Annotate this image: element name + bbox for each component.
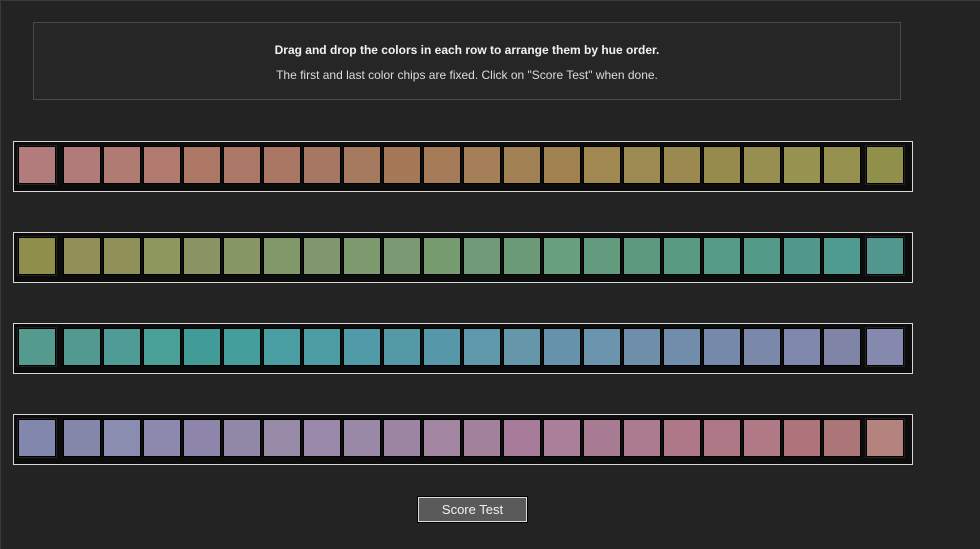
color-chip[interactable] [303, 419, 341, 457]
color-chip[interactable] [623, 328, 661, 366]
color-chip[interactable] [383, 328, 421, 366]
color-chip[interactable] [343, 419, 381, 457]
color-chip[interactable] [823, 146, 861, 184]
color-chip[interactable] [503, 146, 541, 184]
color-row-2 [13, 232, 913, 283]
color-chip[interactable] [463, 419, 501, 457]
color-chip[interactable] [223, 419, 261, 457]
color-chip[interactable] [463, 237, 501, 275]
color-chip[interactable] [543, 419, 581, 457]
fixed-color-chip [17, 236, 57, 276]
color-chip[interactable] [103, 419, 141, 457]
color-chip[interactable] [783, 328, 821, 366]
color-chip[interactable] [783, 419, 821, 457]
color-chip[interactable] [703, 237, 741, 275]
instructions-subtitle: The first and last color chips are fixed… [276, 68, 658, 82]
color-chip[interactable] [583, 419, 621, 457]
color-chip[interactable] [423, 328, 461, 366]
color-chip[interactable] [103, 146, 141, 184]
color-chip[interactable] [823, 419, 861, 457]
color-chip[interactable] [423, 419, 461, 457]
instructions-title: Drag and drop the colors in each row to … [274, 43, 660, 57]
fixed-color-chip [17, 145, 57, 185]
color-chip[interactable] [463, 146, 501, 184]
color-chip[interactable] [503, 328, 541, 366]
color-chip[interactable] [503, 419, 541, 457]
fixed-color-chip [17, 418, 57, 458]
color-chip[interactable] [383, 419, 421, 457]
color-chip[interactable] [263, 328, 301, 366]
color-chip[interactable] [183, 419, 221, 457]
color-chip[interactable] [183, 237, 221, 275]
color-chip[interactable] [343, 237, 381, 275]
color-chip[interactable] [743, 146, 781, 184]
color-row-1 [13, 141, 913, 192]
color-chip[interactable] [63, 328, 101, 366]
color-chip[interactable] [703, 146, 741, 184]
fixed-color-chip [865, 236, 905, 276]
color-chip[interactable] [223, 237, 261, 275]
color-chip[interactable] [143, 146, 181, 184]
color-chip[interactable] [743, 328, 781, 366]
color-chip[interactable] [143, 328, 181, 366]
color-chip[interactable] [423, 146, 461, 184]
color-chip[interactable] [103, 328, 141, 366]
fixed-color-chip [865, 327, 905, 367]
color-chip[interactable] [783, 237, 821, 275]
color-chip[interactable] [743, 419, 781, 457]
color-chip[interactable] [103, 237, 141, 275]
color-chip[interactable] [383, 146, 421, 184]
color-chip[interactable] [783, 146, 821, 184]
color-chip[interactable] [583, 328, 621, 366]
color-chip[interactable] [583, 146, 621, 184]
fixed-color-chip [17, 327, 57, 367]
color-chip[interactable] [743, 237, 781, 275]
color-chip[interactable] [703, 328, 741, 366]
color-chip[interactable] [543, 328, 581, 366]
color-row-3 [13, 323, 913, 374]
color-chip[interactable] [143, 419, 181, 457]
color-chip[interactable] [463, 328, 501, 366]
color-chip[interactable] [263, 237, 301, 275]
color-chip[interactable] [383, 237, 421, 275]
color-chip[interactable] [583, 237, 621, 275]
color-chip[interactable] [263, 146, 301, 184]
color-chip[interactable] [343, 146, 381, 184]
color-chip[interactable] [223, 146, 261, 184]
color-chip[interactable] [623, 237, 661, 275]
color-chip[interactable] [63, 419, 101, 457]
color-row-4 [13, 414, 913, 465]
color-chip[interactable] [623, 419, 661, 457]
color-chip[interactable] [303, 328, 341, 366]
color-chip[interactable] [303, 237, 341, 275]
color-chip[interactable] [543, 237, 581, 275]
instructions-panel: Drag and drop the colors in each row to … [33, 22, 901, 100]
color-chip[interactable] [623, 146, 661, 184]
color-chip[interactable] [703, 419, 741, 457]
color-chip[interactable] [303, 146, 341, 184]
fixed-color-chip [865, 145, 905, 185]
color-chip[interactable] [143, 237, 181, 275]
color-chip[interactable] [223, 328, 261, 366]
color-chip[interactable] [663, 146, 701, 184]
color-chip[interactable] [543, 146, 581, 184]
color-chip[interactable] [183, 328, 221, 366]
color-chip[interactable] [663, 237, 701, 275]
color-chip[interactable] [823, 237, 861, 275]
color-chip[interactable] [503, 237, 541, 275]
score-test-button[interactable]: Score Test [417, 496, 528, 523]
color-chip[interactable] [63, 146, 101, 184]
color-chip[interactable] [63, 237, 101, 275]
color-chip[interactable] [343, 328, 381, 366]
color-chip[interactable] [263, 419, 301, 457]
color-chip[interactable] [663, 419, 701, 457]
color-chip[interactable] [183, 146, 221, 184]
color-chip[interactable] [663, 328, 701, 366]
color-chip[interactable] [423, 237, 461, 275]
color-chip[interactable] [823, 328, 861, 366]
fixed-color-chip [865, 418, 905, 458]
